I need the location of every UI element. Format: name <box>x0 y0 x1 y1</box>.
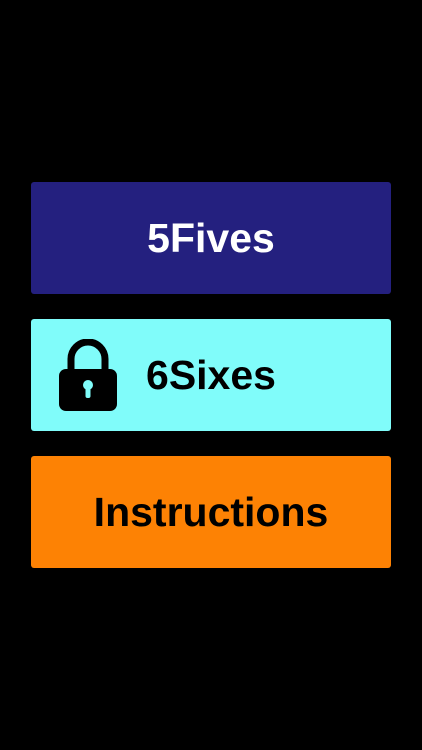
fives-mode-label: 5Fives <box>147 214 275 261</box>
sixes-mode-button[interactable]: 6Sixes <box>31 319 391 431</box>
fives-mode-button[interactable]: 5Fives <box>31 182 391 294</box>
main-menu-screen: 5Fives 6Sixes Instructions <box>0 0 422 750</box>
sixes-mode-label: 6Sixes <box>146 351 276 398</box>
padlock-icon <box>59 338 117 411</box>
instructions-button[interactable]: Instructions <box>31 456 391 568</box>
instructions-label: Instructions <box>93 488 329 535</box>
